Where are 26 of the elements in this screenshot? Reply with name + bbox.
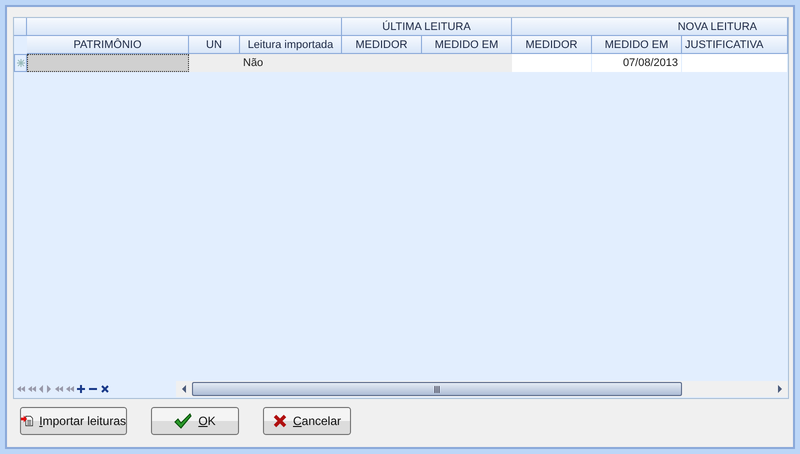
delete-icon[interactable]: [100, 384, 110, 394]
column-header[interactable]: MEDIDOR: [342, 36, 422, 54]
add-icon[interactable]: [76, 384, 86, 394]
cancel-button[interactable]: Cancelar: [263, 407, 351, 435]
column-header[interactable]: UN: [189, 36, 240, 54]
checkmark-icon: [174, 413, 192, 429]
group-header: ÚLTIMA LEITURA: [342, 18, 512, 36]
group-header: NOVA LEITURA: [512, 18, 788, 36]
new-row-icon: [16, 59, 24, 67]
table-cell: 07/08/2013: [592, 54, 682, 72]
column-header[interactable]: MEDIDOR: [512, 36, 592, 54]
ok-button[interactable]: OK: [151, 407, 239, 435]
column-header[interactable]: MEDIDO EM: [422, 36, 512, 54]
table-cell: Não: [240, 54, 342, 72]
import-document-icon: [21, 413, 34, 429]
column-header[interactable]: Leitura importada: [240, 36, 342, 54]
horizontal-scrollbar[interactable]: [176, 381, 788, 397]
import-button[interactable]: Importar leituras: [20, 407, 127, 435]
column-header[interactable]: PATRIMÔNIO: [27, 36, 189, 54]
column-header[interactable]: JUSTIFICATIVA: [682, 36, 788, 54]
table-cell: [189, 54, 240, 72]
table-cell[interactable]: [27, 54, 189, 72]
column-header[interactable]: MEDIDO EM: [592, 36, 682, 54]
cross-icon: [272, 414, 287, 428]
scrollbar-thumb[interactable]: [192, 382, 682, 396]
grid-corner: [14, 18, 27, 36]
